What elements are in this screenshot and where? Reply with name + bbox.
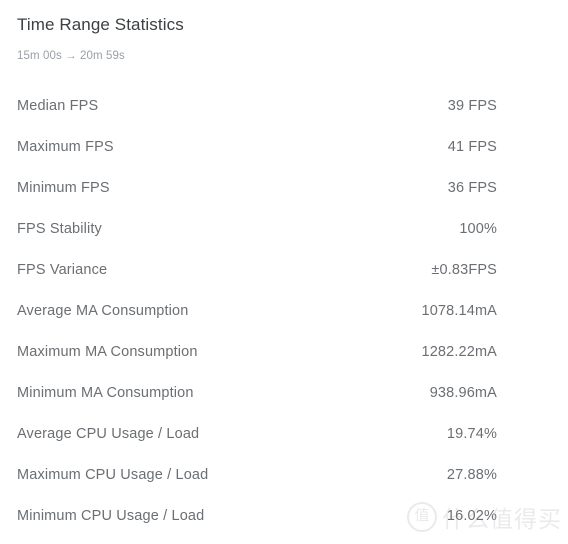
stat-label: Minimum FPS <box>17 180 110 196</box>
stat-value: 938.96mA <box>429 385 497 401</box>
stat-value: 1282.22mA <box>421 344 497 360</box>
stat-row: FPS Variance ±0.83FPS <box>0 250 568 291</box>
stat-label: Average MA Consumption <box>17 303 189 319</box>
stat-row: Average MA Consumption 1078.14mA <box>0 291 568 332</box>
stat-value: 100% <box>459 221 497 237</box>
stat-value: 41 FPS <box>447 139 497 155</box>
stat-row: Maximum FPS 41 FPS <box>0 127 568 168</box>
stat-value: 19.74% <box>446 426 497 442</box>
stat-value: 16.02% <box>446 508 497 524</box>
stat-label: FPS Variance <box>17 262 108 278</box>
time-range-subtitle: 15m 00s → 20m 59s <box>17 50 125 62</box>
stat-row: Minimum FPS 36 FPS <box>0 168 568 209</box>
stat-row: FPS Stability 100% <box>0 209 568 250</box>
stat-label: Maximum FPS <box>17 139 114 155</box>
stat-row: Maximum CPU Usage / Load 27.88% <box>0 455 568 496</box>
panel-header: Time Range Statistics 15m 00s → 20m 59s <box>0 0 568 64</box>
stat-label: Maximum MA Consumption <box>17 344 198 360</box>
time-range-statistics-panel: Time Range Statistics 15m 00s → 20m 59s … <box>0 0 568 544</box>
stat-value: 36 FPS <box>447 180 497 196</box>
stat-row: Minimum CPU Usage / Load 16.02% <box>0 496 568 537</box>
stat-row: Average CPU Usage / Load 19.74% <box>0 414 568 455</box>
stat-value: 27.88% <box>446 467 497 483</box>
stat-value: 1078.14mA <box>421 303 497 319</box>
stat-label: Maximum CPU Usage / Load <box>17 467 209 483</box>
stat-label: Average CPU Usage / Load <box>17 426 200 442</box>
stat-row: Minimum MA Consumption 938.96mA <box>0 373 568 414</box>
stat-row: Median FPS 39 FPS <box>0 86 568 127</box>
statistics-list: Median FPS 39 FPS Maximum FPS 41 FPS Minimum… <box>0 86 568 537</box>
stat-value: ±0.83FPS <box>431 262 497 278</box>
page-title: Time Range Statistics <box>17 15 184 34</box>
stat-row: Maximum MA Consumption 1282.22mA <box>0 332 568 373</box>
stat-label: Minimum CPU Usage / Load <box>17 508 205 524</box>
stat-value: 39 FPS <box>447 98 497 114</box>
stat-label: FPS Stability <box>17 221 102 237</box>
stat-label: Minimum MA Consumption <box>17 385 194 401</box>
stat-label: Median FPS <box>17 98 99 114</box>
